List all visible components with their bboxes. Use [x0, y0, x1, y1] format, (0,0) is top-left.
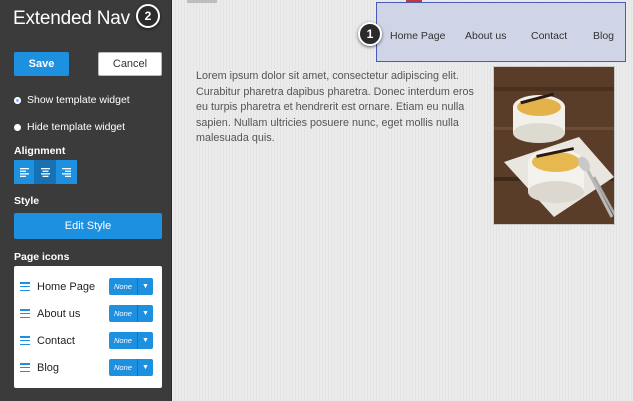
- page-icons-list: Home Page None ▼ About us None ▼ Contact…: [14, 266, 162, 388]
- widget-settings-sidebar: Extended Nav 2 Save Cancel Show template…: [0, 0, 172, 401]
- page-name: Home Page: [37, 280, 96, 293]
- radio-unselected-icon[interactable]: [14, 123, 21, 131]
- nav-link-about[interactable]: About us: [465, 30, 506, 42]
- align-left-button[interactable]: [14, 160, 35, 184]
- body-paragraph: Lorem ipsum dolor sit amet, consectetur …: [196, 70, 474, 144]
- header-edge-mark: [187, 0, 217, 3]
- style-label: Style: [14, 195, 40, 207]
- page-icons-label: Page icons: [14, 251, 70, 263]
- dessert-photo: [493, 66, 615, 225]
- list-icon: [20, 336, 30, 345]
- callout-badge-2: 2: [136, 4, 160, 28]
- page-name: Contact: [37, 334, 75, 347]
- align-left-icon: [19, 167, 29, 177]
- icon-dropdown-home[interactable]: None ▼: [109, 278, 153, 295]
- page-icon-row-blog: Blog None ▼: [14, 354, 162, 381]
- extended-nav-widget[interactable]: Home Page About us Contact Blog: [376, 2, 626, 62]
- align-right-icon: [62, 167, 71, 177]
- list-icon: [20, 282, 30, 291]
- caret-down-icon[interactable]: ▼: [137, 332, 153, 349]
- creme-brulee-image: [494, 67, 614, 224]
- align-center-icon: [40, 167, 50, 177]
- alignment-button-group: [14, 160, 77, 184]
- page-icon-row-contact: Contact None ▼: [14, 327, 162, 354]
- callout-badge-1: 1: [358, 22, 382, 46]
- hide-template-widget-option[interactable]: Hide template widget: [14, 121, 125, 133]
- list-icon: [20, 309, 30, 318]
- align-center-button[interactable]: [35, 160, 56, 184]
- page-name: Blog: [37, 361, 60, 374]
- page-name: About us: [37, 307, 81, 320]
- icon-dropdown-value: None: [114, 336, 132, 345]
- radio-selected-icon[interactable]: [14, 96, 21, 104]
- radio-label: Show template widget: [27, 94, 130, 106]
- icon-dropdown-value: None: [114, 363, 132, 372]
- radio-label: Hide template widget: [27, 121, 126, 133]
- icon-dropdown-contact[interactable]: None ▼: [109, 332, 153, 349]
- nav-link-contact[interactable]: Contact: [531, 30, 567, 42]
- page-icon-row-home: Home Page None ▼: [14, 273, 162, 300]
- cancel-button[interactable]: Cancel: [98, 52, 162, 76]
- save-button[interactable]: Save: [14, 52, 69, 76]
- alignment-label: Alignment: [14, 145, 66, 157]
- nav-link-blog[interactable]: Blog: [593, 30, 614, 42]
- nav-link-home[interactable]: Home Page: [390, 30, 445, 42]
- edit-style-button[interactable]: Edit Style: [14, 213, 162, 239]
- list-icon: [20, 363, 30, 372]
- caret-down-icon[interactable]: ▼: [137, 278, 153, 295]
- show-template-widget-option[interactable]: Show template widget: [14, 94, 130, 106]
- icon-dropdown-value: None: [114, 282, 132, 291]
- icon-dropdown-about[interactable]: None ▼: [109, 305, 153, 322]
- page-icon-row-about: About us None ▼: [14, 300, 162, 327]
- icon-dropdown-value: None: [114, 309, 132, 318]
- align-right-button[interactable]: [56, 160, 77, 184]
- icon-dropdown-blog[interactable]: None ▼: [109, 359, 153, 376]
- sidebar-title: Extended Nav: [13, 8, 130, 29]
- page-preview: Home Page About us Contact Blog Lorem ip…: [173, 0, 633, 401]
- caret-down-icon[interactable]: ▼: [137, 359, 153, 376]
- caret-down-icon[interactable]: ▼: [137, 305, 153, 322]
